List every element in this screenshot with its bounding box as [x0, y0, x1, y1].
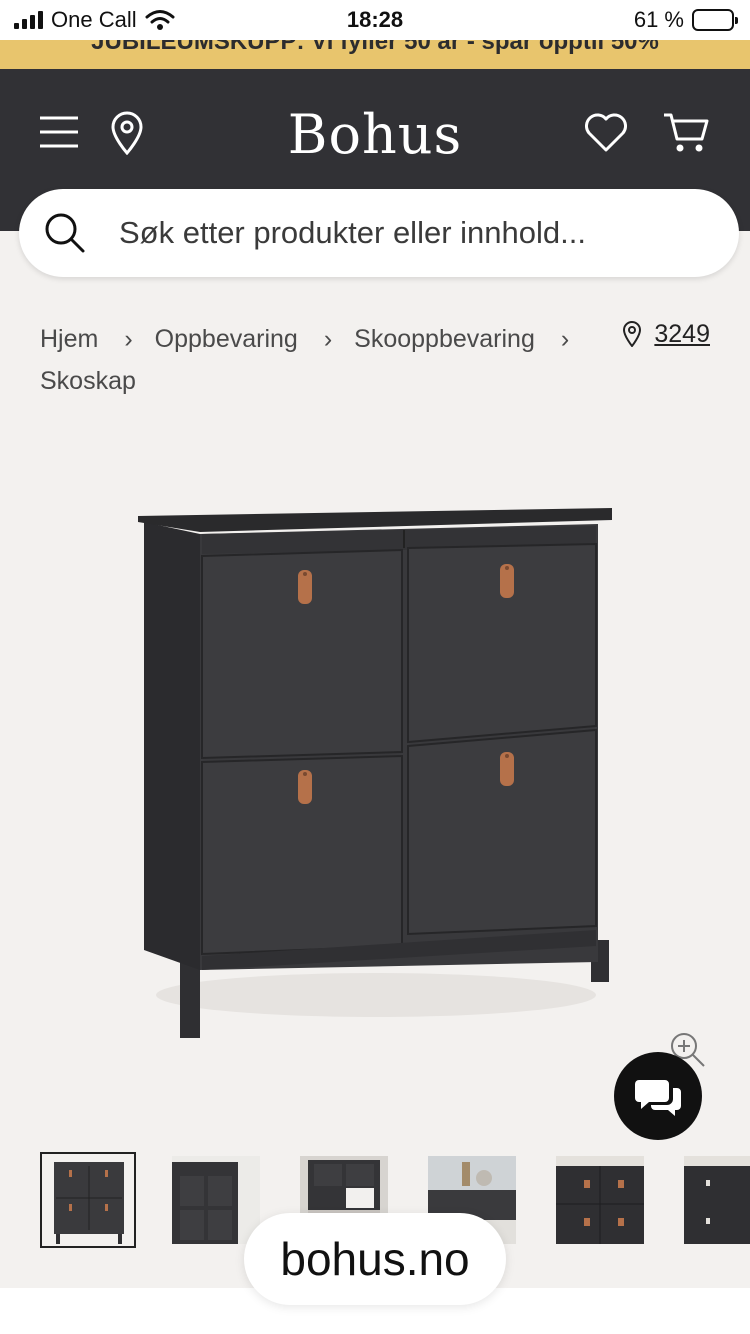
search-input[interactable]: [119, 209, 709, 257]
status-bar: One Call 18:28 61 %: [0, 0, 750, 40]
thumbnail-image: [172, 1156, 260, 1244]
cart-icon[interactable]: [662, 111, 710, 155]
promo-text: JUBILEUMSKUPP: Vi fyller 50 år - spar op…: [91, 40, 659, 55]
breadcrumb-item-hjem[interactable]: Hjem: [40, 325, 98, 353]
bohus-logo[interactable]: Bohus: [0, 103, 750, 166]
breadcrumb-item-skooppbevaring[interactable]: Skooppbevaring: [354, 325, 535, 353]
status-right: 61 %: [633, 7, 738, 33]
product-image[interactable]: [136, 500, 616, 1040]
chevron-right-icon: ›: [560, 325, 570, 353]
heart-icon[interactable]: [584, 113, 628, 153]
breadcrumb-item-skoskap[interactable]: Skoskap: [40, 367, 136, 395]
chevron-right-icon: ›: [323, 325, 333, 353]
store-selector[interactable]: 3249: [622, 318, 710, 350]
url-pill[interactable]: bohus.no: [244, 1213, 506, 1305]
location-pin-icon: [623, 321, 642, 347]
thumbnail-image: [684, 1156, 750, 1244]
store-number[interactable]: 3249: [654, 318, 710, 350]
breadcrumb-item-oppbevaring[interactable]: Oppbevaring: [155, 325, 298, 353]
thumbnail-1[interactable]: [40, 1152, 136, 1248]
thumbnail-image: [54, 1162, 124, 1244]
promo-banner[interactable]: JUBILEUMSKUPP: Vi fyller 50 år - spar op…: [0, 40, 750, 69]
url-text: bohus.no: [280, 1233, 470, 1285]
breadcrumb: Hjem › Oppbevaring › Skooppbevaring › Skoskap: [40, 318, 600, 402]
thumbnail-image: [556, 1156, 644, 1244]
chat-button[interactable]: [614, 1052, 702, 1140]
chevron-right-icon: ›: [124, 325, 133, 353]
thumbnail-6[interactable]: [684, 1156, 750, 1244]
search-bar[interactable]: [19, 189, 739, 277]
chat-bubbles-icon: [635, 1080, 681, 1116]
search-icon[interactable]: [43, 211, 87, 255]
thumbnail-5[interactable]: [556, 1156, 644, 1244]
thumbnail-2[interactable]: [172, 1156, 260, 1244]
battery-percent: 61 %: [633, 7, 684, 32]
battery-icon: [692, 9, 738, 31]
